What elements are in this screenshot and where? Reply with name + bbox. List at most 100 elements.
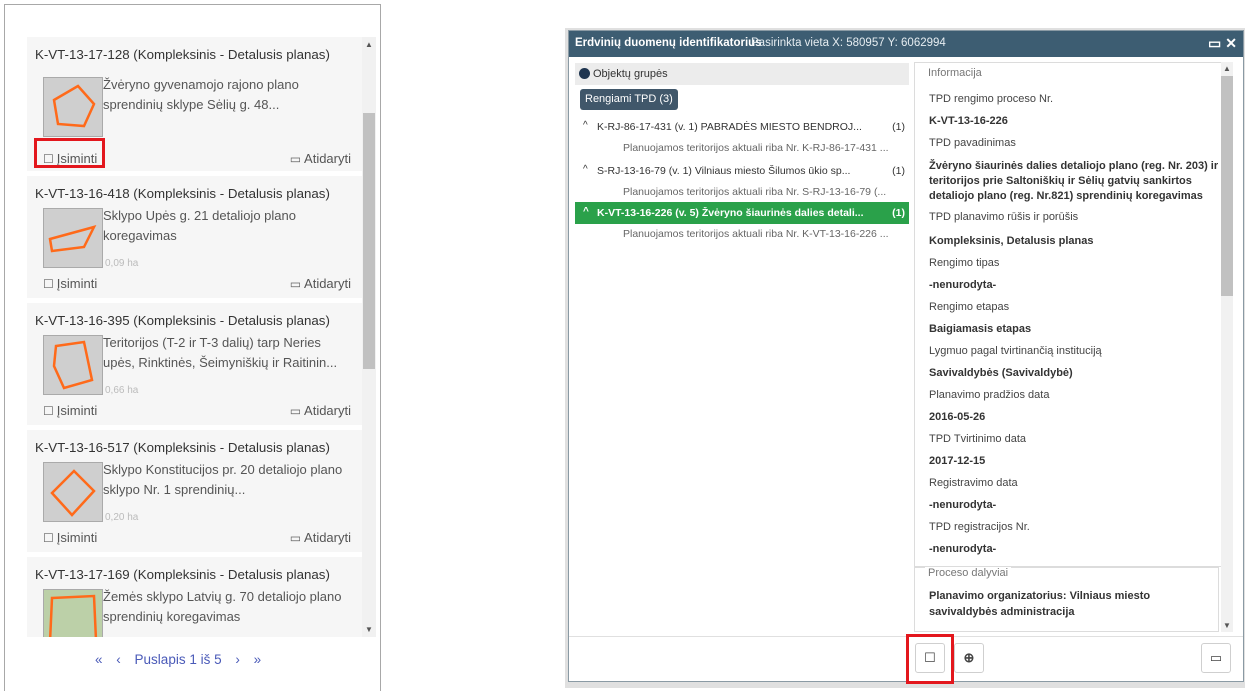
tree-child-item[interactable]: Planuojamos teritorijos aktuali riba Nr.… (623, 186, 908, 198)
object-groups-row[interactable]: Objektų grupės (575, 63, 909, 85)
close-icon[interactable]: ✕ (1225, 35, 1237, 51)
card-description: Sklypo Konstitucijos pr. 20 detaliojo pl… (103, 462, 343, 497)
card-title[interactable]: K-VT-13-16-517 (Kompleksinis - Detalusis… (35, 440, 330, 455)
field-value: -nenurodyta- (929, 499, 997, 511)
tree-item-selected[interactable]: ^ K-VT-13-16-226 (v. 5) Žvėryno šiaurinė… (575, 202, 909, 224)
area-value: 0,66 ha (105, 385, 139, 396)
tree-child-item[interactable]: Planuojamos teritorijos aktuali riba Nr.… (623, 228, 908, 240)
results-list: K-VT-13-17-128 (Kompleksinis - Detalusis… (27, 37, 363, 637)
field-label: Lygmuo pagal tvirtinančią instituciją (929, 345, 1102, 357)
plan-thumbnail (43, 335, 103, 395)
field-label: TPD registracijos Nr. (929, 521, 1030, 533)
folder-open-icon: ▭ (1209, 650, 1223, 665)
field-value: 2016-05-26 (929, 411, 986, 423)
plan-thumbnail (43, 462, 103, 522)
bookmark-icon: ☐ (43, 531, 54, 545)
scroll-down-icon[interactable]: ▼ (1223, 621, 1231, 630)
field-value: -nenurodyta- (929, 543, 997, 555)
tree-item-count: (1) (892, 207, 905, 219)
field-label: TPD pavadinimas (929, 137, 1016, 149)
chevron-up-icon[interactable]: ^ (583, 206, 589, 217)
scrollbar-thumb[interactable] (363, 113, 375, 369)
field-value: Kompleksinis, Detalusis planas (929, 235, 1094, 247)
card-title[interactable]: K-VT-13-16-418 (Kompleksinis - Detalusis… (35, 186, 330, 201)
prev-page-icon[interactable]: ‹ (116, 652, 121, 667)
card-description: Žemės sklypo Latvių g. 70 detaliojo plan… (103, 589, 342, 624)
selected-location: Pasirinkta vieta X: 580957 Y: 6062994 (751, 37, 946, 49)
tree-item-count: (1) (892, 121, 905, 133)
maximize-icon[interactable]: ▭ (1208, 35, 1221, 51)
plan-thumbnail (43, 77, 103, 137)
result-card[interactable]: K-VT-13-16-395 (Kompleksinis - Detalusis… (27, 303, 363, 425)
field-label: Planavimo pradžios data (929, 389, 1050, 401)
chevron-up-icon[interactable]: ^ (583, 120, 588, 131)
result-card[interactable]: K-VT-13-16-418 (Kompleksinis - Detalusis… (27, 176, 363, 298)
organizer-value: Planavimo organizatorius: Vilniaus miest… (929, 590, 1151, 618)
highlight-remember (34, 138, 105, 168)
field-value: Žvėryno šiaurinės dalies detaliojo plano… (929, 160, 1219, 202)
remember-link[interactable]: ☐ Įsiminti (43, 403, 97, 418)
area-value: 0,20 ha (105, 512, 139, 523)
card-title[interactable]: K-VT-13-16-395 (Kompleksinis - Detalusis… (35, 313, 330, 328)
tree-item-label: S-RJ-13-16-79 (v. 1) Vilniaus miesto Šil… (597, 165, 851, 177)
scrollbar-thumb[interactable] (1221, 76, 1233, 296)
field-value: Baigiamasis etapas (929, 323, 1032, 335)
dialog-header: Erdvinių duomenų identifikatorius Pasiri… (569, 31, 1243, 57)
info-fieldset: Informacija TPD rengimo proceso Nr. K-VT… (914, 62, 1224, 567)
result-card[interactable]: K-VT-13-16-517 (Kompleksinis - Detalusis… (27, 430, 363, 552)
scroll-down-icon[interactable]: ▼ (365, 625, 373, 634)
group-dot-icon (579, 68, 590, 79)
identifier-dialog: Erdvinių duomenų identifikatorius Pasiri… (568, 30, 1244, 682)
last-page-icon[interactable]: » (254, 652, 262, 667)
field-value: Savivaldybės (Savivaldybė) (929, 367, 1073, 379)
tree-child-item[interactable]: Planuojamos teritorijos aktuali riba Nr.… (623, 142, 908, 154)
zoom-in-icon: ⊕ (963, 650, 975, 665)
open-link[interactable]: ▭ Atidaryti (290, 151, 351, 166)
field-value: -nenurodyta- (929, 279, 997, 291)
info-scrollbar[interactable]: ▲ ▼ (1221, 62, 1233, 632)
open-link[interactable]: ▭ Atidaryti (290, 276, 351, 291)
field-value: K-VT-13-16-226 (929, 115, 1008, 127)
scroll-up-icon[interactable]: ▲ (1223, 64, 1231, 73)
field-label: Rengimo tipas (929, 257, 1000, 269)
field-label: TPD rengimo proceso Nr. (929, 93, 1054, 105)
chevron-up-icon[interactable]: ^ (583, 164, 588, 175)
first-page-icon[interactable]: « (95, 652, 103, 667)
tree-item[interactable]: ^ S-RJ-13-16-79 (v. 1) Vilniaus miesto Š… (575, 160, 909, 182)
next-page-icon[interactable]: › (235, 652, 240, 667)
field-label: TPD planavimo rūšis ir porūšis (929, 211, 1079, 223)
field-value: 2017-12-15 (929, 455, 986, 467)
tree-item-label: K-RJ-86-17-431 (v. 1) PABRADĖS MIESTO BE… (597, 121, 862, 133)
remember-link[interactable]: ☐ Įsiminti (43, 276, 97, 291)
scroll-up-icon[interactable]: ▲ (365, 40, 373, 49)
pagination: « ‹ Puslapis 1 iš 5 › » (95, 652, 271, 667)
page-label: Puslapis 1 iš 5 (134, 652, 222, 667)
plan-thumbnail (43, 589, 103, 637)
field-label: TPD Tvirtinimo data (929, 433, 1026, 445)
open-link[interactable]: ▭ Atidaryti (290, 530, 351, 545)
open-button[interactable]: ▭ (1201, 643, 1231, 673)
results-scrollbar[interactable]: ▲ ▼ (362, 37, 376, 637)
card-title[interactable]: K-VT-13-17-128 (Kompleksinis - Detalusis… (35, 47, 330, 62)
folder-open-icon: ▭ (289, 404, 302, 418)
area-value: 0,09 ha (105, 258, 139, 269)
remember-link[interactable]: ☐ Įsiminti (43, 530, 97, 545)
card-description: Teritorijos (T-2 ir T-3 dalių) tarp Neri… (103, 335, 338, 370)
dialog-title: Erdvinių duomenų identifikatorius (575, 37, 762, 49)
bookmark-icon: ☐ (43, 404, 54, 418)
tree-item[interactable]: ^ K-RJ-86-17-431 (v. 1) PABRADĖS MIESTO … (575, 116, 909, 138)
zoom-button[interactable]: ⊕ (954, 643, 984, 673)
card-description: Sklypo Upės g. 21 detaliojo plano korega… (103, 208, 296, 243)
result-card[interactable]: K-VT-13-17-169 (Kompleksinis - Detalusis… (27, 557, 363, 637)
folder-open-icon: ▭ (289, 531, 302, 545)
field-label: Rengimo etapas (929, 301, 1010, 313)
card-title[interactable]: K-VT-13-17-169 (Kompleksinis - Detalusis… (35, 567, 330, 582)
tpd-group-badge[interactable]: Rengiami TPD (3) (580, 89, 678, 110)
process-legend: Proceso dalyviai (925, 567, 1012, 579)
bookmark-icon: ☐ (43, 277, 54, 291)
plan-thumbnail (43, 208, 103, 268)
highlight-bookmark (906, 634, 954, 684)
field-label: Registravimo data (929, 477, 1018, 489)
object-groups-label: Objektų grupės (593, 68, 668, 80)
open-link[interactable]: ▭ Atidaryti (290, 403, 351, 418)
